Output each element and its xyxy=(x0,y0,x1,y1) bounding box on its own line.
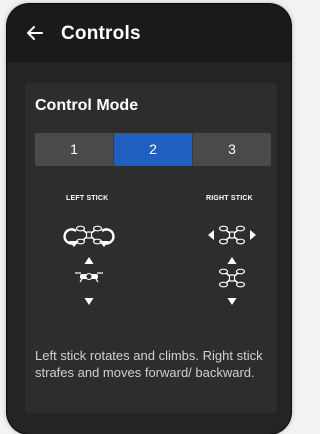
back-arrow-icon[interactable] xyxy=(25,25,43,41)
mode-description: Left stick rotates and climbs. Right sti… xyxy=(35,348,263,380)
rotate-right-icon xyxy=(99,228,115,247)
pitch-drone-icon xyxy=(218,268,246,288)
control-mode-card: Control Mode 1 2 3 LEFT STICK RIGHT STIC… xyxy=(25,83,277,413)
side-drone-icon xyxy=(75,272,103,283)
strafe-right-icon xyxy=(250,230,256,240)
strafe-left-icon xyxy=(208,230,214,240)
yaw-drone-icon xyxy=(75,225,103,245)
rotate-left-icon xyxy=(63,228,79,247)
descend-down-icon xyxy=(84,298,94,305)
phone-screen: Controls Control Mode 1 2 3 LEFT STICK R… xyxy=(7,4,291,434)
strafe-drone-icon xyxy=(218,225,246,245)
page-title: Controls xyxy=(61,23,141,44)
climb-up-icon xyxy=(84,257,94,264)
stick-diagram xyxy=(63,225,256,305)
app-header: Controls xyxy=(7,4,291,62)
forward-up-icon xyxy=(227,257,237,264)
backward-down-icon xyxy=(227,298,237,305)
